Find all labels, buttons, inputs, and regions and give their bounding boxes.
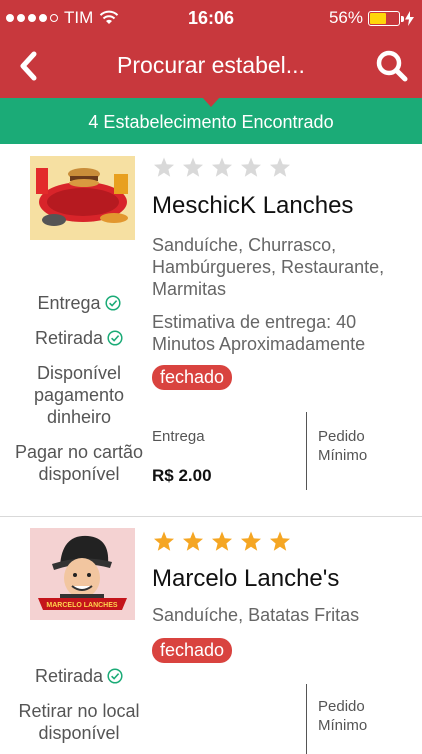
option-delivery: Entrega	[8, 292, 150, 314]
search-icon[interactable]	[374, 48, 410, 84]
svg-text:MARCELO LANCHES: MARCELO LANCHES	[46, 602, 117, 609]
status-badge: fechado	[152, 365, 233, 390]
delivery-fee-label: Entrega	[152, 428, 205, 445]
charging-bolt-icon	[405, 10, 414, 26]
restaurant-logo: MARCELO LANCHES	[30, 528, 135, 620]
star-icon	[241, 531, 261, 551]
star-icon	[183, 157, 203, 177]
min-order-label: Pedido Mínimo	[318, 428, 368, 464]
chevron-left-icon[interactable]	[12, 48, 48, 84]
option-pickup: Retirada	[8, 327, 150, 349]
delivery-fee-value: R$ 2.00	[152, 466, 212, 485]
restaurant-options: Retirada Retirar no local disponível	[8, 665, 150, 744]
star-icon	[154, 157, 174, 177]
restaurant-card[interactable]: MARCELO LANCHES Marcelo Lanche's Sanduíc…	[0, 517, 422, 754]
delivery-estimate: Estimativa de entrega: 40 Minutos Aproxi…	[152, 312, 366, 354]
option-label: Retirada	[34, 328, 104, 348]
option-card-payment: Pagar no cartão disponível	[14, 442, 144, 484]
option-cash-payment: Disponível pagamento dinheiro	[33, 363, 125, 427]
option-label: Entrega	[37, 293, 101, 313]
battery-fill	[370, 12, 386, 24]
option-pickup: Retirada	[8, 665, 150, 687]
option-label: Retirada	[34, 666, 104, 686]
restaurant-options: Entrega Retirada Disponível pagamento di…	[8, 292, 150, 485]
star-icon	[183, 531, 203, 551]
min-order-label: Pedido Mínimo	[318, 698, 368, 734]
status-right: 56%	[329, 8, 414, 28]
restaurant-name: MeschicK Lanches	[152, 192, 354, 219]
status-badge: fechado	[152, 638, 233, 663]
rating-stars	[152, 156, 292, 180]
results-count-banner: 4 Estabelecimento Encontrado	[0, 97, 422, 144]
restaurant-logo	[30, 156, 135, 240]
nav-bar: Procurar estabel...	[0, 34, 422, 98]
star-icon	[154, 531, 174, 551]
banner-notch	[202, 97, 220, 107]
battery-percent: 56%	[328, 8, 363, 27]
check-circle-icon	[104, 295, 121, 311]
restaurant-name: Marcelo Lanche's	[152, 565, 340, 592]
column-divider	[306, 684, 307, 754]
restaurant-categories: Sanduíche, Churrasco, Hambúrgueres, Rest…	[152, 235, 385, 299]
column-divider	[306, 412, 307, 490]
star-icon	[270, 531, 290, 551]
star-icon	[270, 157, 290, 177]
star-icon	[212, 157, 232, 177]
results-count-text: 4 Estabelecimento Encontrado	[88, 112, 334, 132]
option-local-pickup: Retirar no local disponível	[18, 701, 140, 743]
star-icon	[212, 531, 232, 551]
restaurant-card[interactable]: MeschicK Lanches Sanduíche, Churrasco, H…	[0, 144, 422, 516]
page-title: Procurar estabel...	[117, 52, 305, 78]
rating-stars	[152, 530, 292, 554]
status-bar: TIM 16:06 56%	[0, 0, 422, 34]
check-circle-icon	[107, 668, 123, 684]
battery-icon	[368, 10, 404, 26]
star-icon	[241, 157, 261, 177]
restaurant-categories: Sanduíche, Batatas Fritas	[152, 605, 360, 625]
check-circle-icon	[107, 330, 123, 346]
